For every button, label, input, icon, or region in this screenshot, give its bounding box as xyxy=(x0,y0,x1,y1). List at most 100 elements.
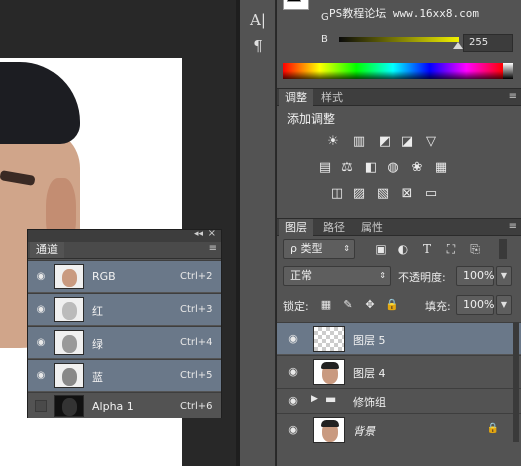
eye-icon[interactable]: ◉ xyxy=(285,333,301,345)
threshold-icon[interactable]: ▧ xyxy=(375,186,391,202)
opacity-label: 不透明度: xyxy=(398,271,446,284)
channel-shortcut: Ctrl+6 xyxy=(180,401,213,412)
layer-name: 背景 xyxy=(353,425,375,438)
b-slider-thumb[interactable] xyxy=(453,42,463,49)
b-slider-track[interactable] xyxy=(339,37,459,42)
channel-row-green[interactable]: ◉ 绿 Ctrl+4 xyxy=(28,326,221,358)
thumb-face xyxy=(62,302,77,320)
panel-menu-icon[interactable]: ≡ xyxy=(509,91,517,102)
lock-all-icon[interactable]: 🔒 xyxy=(385,298,399,312)
posterize-icon[interactable]: ▨ xyxy=(351,186,367,202)
channel-row-alpha[interactable]: Alpha 1 Ctrl+6 xyxy=(28,392,221,418)
layer-name: 修饰组 xyxy=(353,396,386,409)
tab-adjustments[interactable]: 调整 xyxy=(279,89,313,106)
brightness-contrast-icon[interactable]: ☀ xyxy=(325,134,341,150)
lock-transparent-pixels-icon[interactable]: ▦ xyxy=(319,298,333,312)
layer-group-row[interactable]: ◉ ▶ ▬ 修饰组 xyxy=(277,388,521,412)
lock-position-icon[interactable]: ✥ xyxy=(363,298,377,312)
background-color-swatch[interactable] xyxy=(287,0,301,2)
layer-row[interactable]: ◉ 图层 4 xyxy=(277,355,521,387)
layer-thumbnail xyxy=(313,359,345,385)
fill-dropdown-arrow-icon[interactable]: ▼ xyxy=(496,295,512,315)
eye-icon[interactable]: ◉ xyxy=(35,337,47,349)
color-lookup-icon[interactable]: ▦ xyxy=(433,160,449,176)
channel-row-blue[interactable]: ◉ 蓝 Ctrl+5 xyxy=(28,359,221,391)
thumb-face xyxy=(62,269,77,287)
channel-name: 绿 xyxy=(92,338,103,351)
layer-name: 图层 4 xyxy=(353,367,386,380)
invert-icon[interactable]: ◫ xyxy=(329,186,345,202)
smart-object-filter-icon[interactable]: ⎘ xyxy=(467,241,483,257)
adjustment-filter-icon[interactable]: ◐ xyxy=(395,241,411,257)
channel-shortcut: Ctrl+3 xyxy=(180,304,213,315)
type-filter-icon[interactable]: T xyxy=(419,241,435,257)
blend-mode-dropdown[interactable]: 正常 ⇕ xyxy=(283,266,391,286)
shape-filter-icon[interactable]: ⛶ xyxy=(443,241,459,257)
channel-shortcut: Ctrl+4 xyxy=(180,337,213,348)
levels-icon[interactable]: ▥ xyxy=(351,134,367,150)
adjustments-tabbar: 调整 样式 ≡ xyxy=(277,88,521,106)
add-adjustment-title: 添加调整 xyxy=(287,112,336,126)
channels-titlebar[interactable]: ◂◂ × xyxy=(28,228,221,242)
paragraph-panel-button[interactable]: ¶ xyxy=(248,36,268,56)
layer-name: 图层 5 xyxy=(353,334,386,347)
exposure-icon[interactable]: ◪ xyxy=(399,134,415,150)
opacity-dropdown-arrow-icon[interactable]: ▼ xyxy=(496,266,512,286)
gradient-map-icon[interactable]: ▭ xyxy=(423,186,439,202)
layer-filter-dropdown[interactable]: ρ 类型 ⇕ xyxy=(283,239,355,259)
channel-mixer-icon[interactable]: ❀ xyxy=(409,160,425,176)
collapse-icon[interactable]: ◂◂ xyxy=(194,229,203,239)
opacity-field[interactable]: 100% xyxy=(456,266,494,286)
channel-row-rgb[interactable]: ◉ RGB Ctrl+2 xyxy=(28,260,221,292)
channel-thumbnail xyxy=(54,330,84,355)
fill-field[interactable]: 100% xyxy=(456,295,494,315)
eye-icon[interactable]: ◉ xyxy=(285,366,301,378)
tab-layers[interactable]: 图层 xyxy=(279,219,313,236)
vibrance-icon[interactable]: ▤ xyxy=(317,160,333,176)
blend-mode-value: 正常 xyxy=(290,269,312,282)
channel-name: 红 xyxy=(92,305,103,318)
character-panel-button[interactable]: A| xyxy=(248,10,268,30)
channel-thumbnail xyxy=(54,395,84,417)
color-spectrum-bar[interactable] xyxy=(283,63,503,79)
tab-paths[interactable]: 路径 xyxy=(317,219,351,236)
black-white-ramp[interactable] xyxy=(503,63,513,79)
watermark-text: PS教程论坛 www.16xx8.com xyxy=(329,7,479,20)
curves-icon[interactable]: ◩ xyxy=(377,134,393,150)
layers-scrollbar[interactable] xyxy=(513,322,519,442)
channel-name: 蓝 xyxy=(92,371,103,384)
lock-image-pixels-icon[interactable]: ✎ xyxy=(341,298,355,312)
panel-menu-icon[interactable]: ≡ xyxy=(209,243,217,254)
tab-styles[interactable]: 样式 xyxy=(315,89,349,106)
eye-icon[interactable]: ◉ xyxy=(35,370,47,382)
g-label: G xyxy=(321,12,329,23)
photo-filter-icon[interactable]: ◍ xyxy=(385,160,401,176)
channel-row-red[interactable]: ◉ 红 Ctrl+3 xyxy=(28,293,221,325)
panel-menu-icon[interactable]: ≡ xyxy=(509,221,517,232)
eye-icon[interactable]: ◉ xyxy=(35,304,47,316)
channels-tabbar: 通道 ≡ xyxy=(28,242,221,259)
gradient-map-triangle-icon[interactable]: ▽ xyxy=(423,134,439,150)
pixel-filter-icon[interactable]: ▣ xyxy=(373,241,389,257)
b-value-field[interactable]: 255 xyxy=(463,34,513,52)
eye-icon[interactable]: ◉ xyxy=(35,271,47,283)
visibility-toggle[interactable] xyxy=(35,400,47,412)
thumb-hair xyxy=(321,362,339,369)
b-label: B xyxy=(321,34,328,45)
portrait-hair xyxy=(0,62,80,144)
tab-properties[interactable]: 属性 xyxy=(355,219,389,236)
tab-channels[interactable]: 通道 xyxy=(30,242,64,258)
expand-triangle-icon[interactable]: ▶ xyxy=(311,394,318,404)
paragraph-icon: ¶ xyxy=(253,37,263,55)
eye-icon[interactable]: ◉ xyxy=(285,395,301,407)
thumb-face xyxy=(62,368,77,386)
layer-row[interactable]: ◉ 背景 🔒 xyxy=(277,413,521,445)
filter-toggle-switch[interactable] xyxy=(499,239,507,259)
close-icon[interactable]: × xyxy=(208,228,216,239)
layer-row[interactable]: ◉ 图层 5 xyxy=(277,322,521,354)
black-white-icon[interactable]: ◧ xyxy=(363,160,379,176)
eye-icon[interactable]: ◉ xyxy=(285,424,301,436)
thumb-face xyxy=(62,335,77,353)
color-balance-icon[interactable]: ⚖ xyxy=(339,160,355,176)
selective-color-icon[interactable]: ⊠ xyxy=(399,186,415,202)
